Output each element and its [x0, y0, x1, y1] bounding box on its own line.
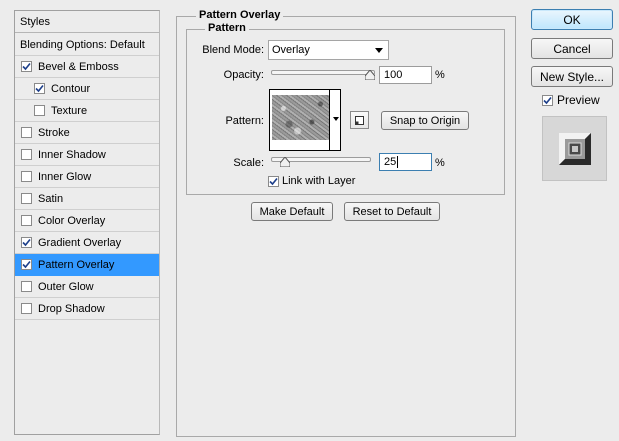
style-item-checkbox[interactable]: [21, 259, 32, 270]
style-item-inner-glow[interactable]: Inner Glow: [15, 166, 159, 188]
style-item-label: Outer Glow: [38, 280, 94, 293]
pattern-thumbnail[interactable]: [272, 95, 329, 140]
blending-options-item[interactable]: Blending Options: Default: [15, 34, 159, 56]
link-with-layer-checkbox[interactable]: Link with Layer: [268, 175, 355, 187]
style-item-label: Color Overlay: [38, 214, 106, 227]
style-item-label: Pattern Overlay: [38, 258, 115, 271]
opacity-unit: %: [435, 69, 445, 81]
style-item-checkbox[interactable]: [21, 303, 32, 314]
scale-slider-thumb[interactable]: [280, 157, 290, 167]
style-item-checkbox[interactable]: [34, 105, 45, 116]
opacity-slider-track[interactable]: [271, 70, 375, 75]
preview-checkbox[interactable]: Preview: [542, 93, 600, 107]
opacity-slider-thumb[interactable]: [365, 70, 375, 80]
create-new-preset-button[interactable]: [350, 111, 369, 129]
style-item-checkbox[interactable]: [21, 127, 32, 138]
pattern-dropdown-arrow-icon[interactable]: [333, 117, 339, 121]
style-item-drop-shadow[interactable]: Drop Shadow: [15, 298, 159, 320]
blend-mode-select[interactable]: Overlay: [268, 40, 389, 60]
styles-header[interactable]: Styles: [15, 11, 159, 33]
blending-options-label: Blending Options: Default: [20, 38, 145, 51]
style-item-stroke[interactable]: Stroke: [15, 122, 159, 144]
preview-checkbox-box[interactable]: [542, 94, 553, 106]
style-item-pattern-overlay[interactable]: Pattern Overlay: [15, 254, 159, 276]
style-item-color-overlay[interactable]: Color Overlay: [15, 210, 159, 232]
pattern-picker[interactable]: [269, 89, 341, 151]
styles-header-label: Styles: [20, 15, 50, 28]
cancel-button[interactable]: Cancel: [531, 38, 613, 59]
opacity-label: Opacity:: [223, 69, 264, 81]
style-item-checkbox[interactable]: [21, 149, 32, 160]
style-item-texture[interactable]: Texture: [15, 100, 159, 122]
style-preview-thumbnail-icon: [558, 132, 591, 165]
style-item-label: Stroke: [38, 126, 70, 139]
style-item-gradient-overlay[interactable]: Gradient Overlay: [15, 232, 159, 254]
style-item-label: Inner Glow: [38, 170, 92, 183]
style-item-satin[interactable]: Satin: [15, 188, 159, 210]
pattern-label: Pattern:: [225, 115, 264, 127]
text-caret: [397, 156, 399, 168]
style-item-inner-shadow[interactable]: Inner Shadow: [15, 144, 159, 166]
preview-label: Preview: [557, 93, 600, 107]
scale-label: Scale:: [233, 157, 264, 169]
style-item-contour[interactable]: Contour: [15, 78, 159, 100]
style-item-checkbox[interactable]: [21, 171, 32, 182]
opacity-input[interactable]: 100: [379, 66, 432, 84]
style-item-label: Drop Shadow: [38, 302, 105, 315]
style-item-label: Satin: [38, 192, 64, 205]
style-item-label: Gradient Overlay: [38, 236, 122, 249]
style-item-label: Texture: [51, 104, 88, 117]
style-item-checkbox[interactable]: [21, 215, 32, 226]
opacity-value: 100: [384, 69, 403, 81]
blend-mode-value: Overlay: [272, 44, 310, 56]
scale-value: 25: [384, 156, 397, 168]
style-preview: [542, 116, 607, 181]
style-item-checkbox[interactable]: [21, 193, 32, 204]
new-style-button[interactable]: New Style...: [531, 66, 613, 87]
style-item-label: Contour: [51, 82, 91, 95]
chevron-down-icon: [375, 48, 383, 53]
pattern-subgroup-title: Pattern: [205, 22, 249, 35]
blend-mode-label: Blend Mode:: [202, 44, 264, 56]
reset-to-default-button[interactable]: Reset to Default: [344, 202, 440, 221]
style-item-label: Inner Shadow: [38, 148, 106, 161]
scale-unit: %: [435, 157, 445, 169]
style-item-checkbox[interactable]: [21, 237, 32, 248]
style-item-checkbox[interactable]: [34, 83, 45, 94]
style-item-outer-glow[interactable]: Outer Glow: [15, 276, 159, 298]
pattern-overlay-title: Pattern Overlay: [196, 9, 284, 22]
new-preset-icon: [355, 115, 364, 125]
style-item-label: Bevel & Emboss: [38, 60, 119, 73]
snap-to-origin-button[interactable]: Snap to Origin: [381, 111, 469, 130]
link-with-layer-label: Link with Layer: [282, 175, 356, 187]
style-item-checkbox[interactable]: [21, 281, 32, 292]
style-item-bevel-and-emboss[interactable]: Bevel & Emboss: [15, 56, 159, 78]
pattern-divider: [329, 90, 330, 150]
style-item-checkbox[interactable]: [21, 61, 32, 72]
styles-list-panel: Styles Blending Options: Default Bevel &…: [14, 10, 160, 435]
link-with-layer-checkbox-box[interactable]: [268, 175, 279, 187]
ok-button[interactable]: OK: [531, 9, 613, 30]
scale-input[interactable]: 25: [379, 153, 432, 171]
make-default-button[interactable]: Make Default: [251, 202, 333, 221]
